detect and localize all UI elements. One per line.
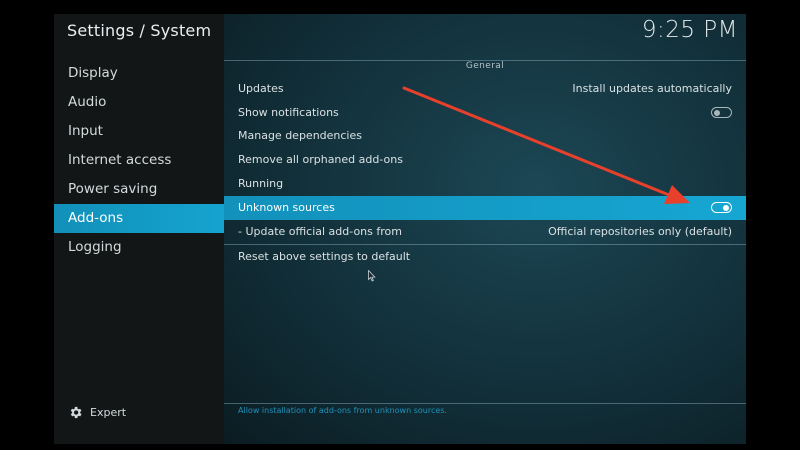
setting-label: Unknown sources (238, 201, 335, 214)
sidebar-item-internet-access[interactable]: Internet access (54, 146, 224, 175)
setting-label: Remove all orphaned add-ons (238, 153, 403, 166)
setting-label: - Update official add-ons from (238, 225, 402, 238)
expert-level-button[interactable]: Expert (68, 403, 126, 421)
reset-settings-button[interactable]: Reset above settings to default (224, 245, 746, 269)
setting-label: Updates (238, 82, 284, 95)
mouse-cursor-icon (368, 267, 376, 286)
divider (224, 60, 746, 61)
gear-icon (68, 405, 83, 420)
expert-label: Expert (90, 405, 127, 419)
divider (224, 403, 746, 404)
toggle-switch-off[interactable] (711, 107, 732, 118)
section-header: General (465, 61, 505, 71)
sidebar-item-audio[interactable]: Audio (54, 88, 224, 117)
sidebar-item-input[interactable]: Input (54, 117, 224, 146)
settings-screen: Settings / System Display Audio Input In… (0, 0, 800, 450)
reset-label: Reset above settings to default (238, 250, 411, 263)
setting-updates[interactable]: Updates Install updates automatically (224, 77, 746, 101)
setting-manage-dependencies[interactable]: Manage dependencies (224, 124, 746, 148)
sidebar: Settings / System Display Audio Input In… (54, 14, 224, 444)
settings-panel: 9:25 PM General Updates Install updates … (224, 14, 746, 444)
setting-update-official-addons[interactable]: - Update official add-ons from Official … (224, 220, 746, 244)
sidebar-item-add-ons[interactable]: Add-ons (54, 204, 224, 233)
sidebar-item-display[interactable]: Display (54, 59, 224, 88)
setting-remove-orphaned[interactable]: Remove all orphaned add-ons (224, 148, 746, 172)
setting-label: Manage dependencies (238, 129, 362, 142)
setting-unknown-sources[interactable]: Unknown sources (224, 196, 746, 220)
setting-label: Show notifications (238, 106, 339, 119)
sidebar-item-power-saving[interactable]: Power saving (54, 175, 224, 204)
clock: 9:25 PM (641, 17, 738, 43)
setting-value: Official repositories only (default) (548, 225, 732, 238)
setting-show-notifications[interactable]: Show notifications (224, 101, 746, 125)
setting-running[interactable]: Running (224, 172, 746, 196)
window-title: Settings / System (67, 21, 212, 40)
toggle-switch-on[interactable] (711, 202, 732, 213)
setting-value: Install updates automatically (572, 82, 732, 95)
sidebar-item-logging[interactable]: Logging (54, 233, 224, 262)
setting-label: Running (238, 177, 284, 190)
help-text: Allow installation of add-ons from unkno… (238, 406, 447, 415)
